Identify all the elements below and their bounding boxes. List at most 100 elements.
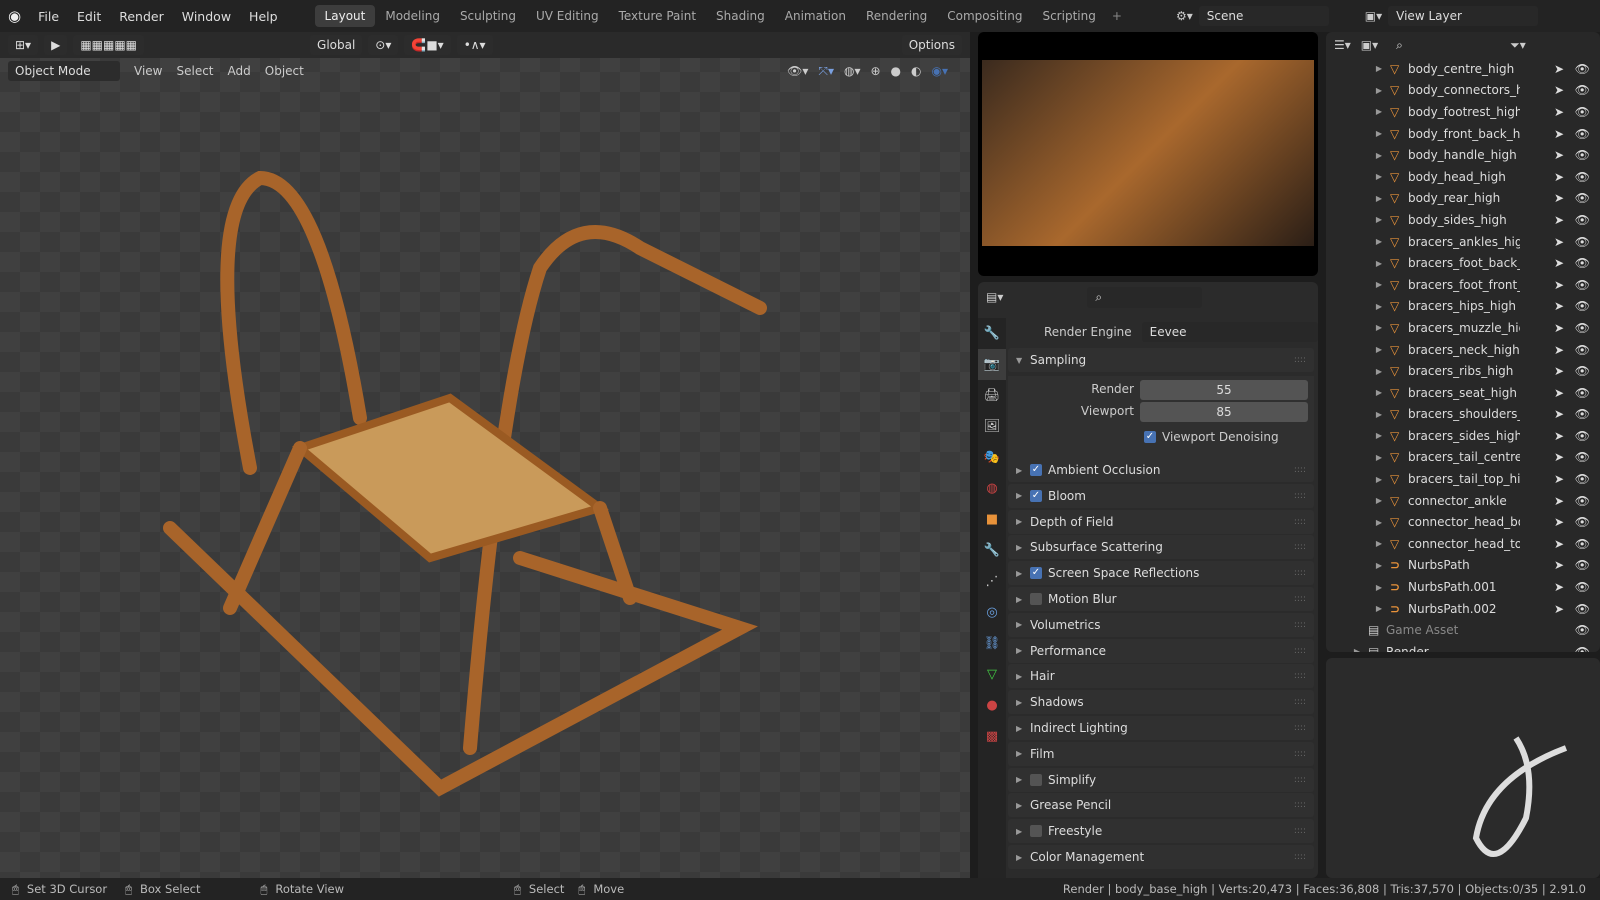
drag-handle-icon[interactable]: ::::: [1294, 697, 1306, 707]
mode-dropdown[interactable]: Object Mode: [8, 61, 120, 81]
scene-icon[interactable]: ⚙▾: [1176, 9, 1193, 23]
expand-arrow-icon[interactable]: ▶: [1368, 86, 1390, 95]
outliner-item[interactable]: ▶ ⊃ NurbsPath.002 ➤ 👁: [1326, 598, 1600, 620]
drag-handle-icon[interactable]: ::::: [1294, 723, 1306, 733]
select-modes[interactable]: ▦▦▦▦▦: [73, 35, 145, 55]
drag-handle-icon[interactable]: ::::: [1294, 800, 1306, 810]
tab-sculpting[interactable]: Sculpting: [450, 5, 526, 27]
panel-bloom[interactable]: ▶ ✓ Bloom::::: [1008, 483, 1314, 508]
selectable-icon[interactable]: ➤: [1554, 278, 1564, 292]
selectable-icon[interactable]: ➤: [1554, 343, 1564, 357]
material-tab-icon[interactable]: ●: [978, 690, 1006, 721]
selectable-icon[interactable]: ➤: [1554, 148, 1564, 162]
selectable-icon[interactable]: ➤: [1554, 602, 1564, 616]
tab-animation[interactable]: Animation: [775, 5, 856, 27]
menu-help[interactable]: Help: [240, 9, 287, 24]
panel-ambient-occlusion[interactable]: ▶ ✓ Ambient Occlusion::::: [1008, 458, 1314, 482]
eye-icon[interactable]: 👁: [1575, 623, 1590, 637]
expand-arrow-icon[interactable]: ▶: [1368, 518, 1390, 527]
view-layer-tab-icon[interactable]: 🖼: [978, 411, 1006, 442]
select-menu[interactable]: Select: [176, 64, 213, 78]
outliner-item[interactable]: ▶▽ body_front_back_high ➤ 👁: [1326, 123, 1600, 145]
add-menu[interactable]: Add: [228, 64, 251, 78]
outliner-item[interactable]: ▶▽ bracers_shoulders_high ➤ 👁: [1326, 404, 1600, 426]
visibility-icon[interactable]: 👁▾: [787, 64, 808, 79]
expand-arrow-icon[interactable]: ▶: [1368, 237, 1390, 246]
selectable-icon[interactable]: ➤: [1554, 386, 1564, 400]
add-workspace-icon[interactable]: +: [1112, 9, 1122, 23]
eye-icon[interactable]: 👁: [1575, 450, 1590, 464]
selectable-icon[interactable]: ➤: [1554, 256, 1564, 270]
expand-arrow-icon[interactable]: ▶: [1368, 172, 1390, 181]
drag-handle-icon[interactable]: ::::: [1294, 465, 1306, 475]
expand-arrow-icon[interactable]: ▶: [1368, 539, 1390, 548]
options-dropdown[interactable]: Options: [901, 35, 962, 55]
constraints-tab-icon[interactable]: ⛓: [978, 628, 1006, 659]
object-tab-icon[interactable]: ■: [978, 504, 1006, 535]
outliner-item[interactable]: ▶▽ bracers_foot_front_high ➤ 👁: [1326, 274, 1600, 296]
properties-search[interactable]: ⌕: [1087, 286, 1203, 308]
outliner-item[interactable]: ▶ ▽ body_head_high ➤ 👁: [1326, 166, 1600, 188]
drag-handle-icon[interactable]: ::::: [1294, 620, 1306, 630]
eye-icon[interactable]: 👁: [1575, 558, 1590, 572]
expand-arrow-icon[interactable]: ▶: [1368, 64, 1390, 73]
outliner-item[interactable]: ▶ ▽ bracers_seat_high ➤ 👁: [1326, 382, 1600, 404]
shading-rendered-icon[interactable]: ◉▾: [932, 64, 949, 79]
tab-texture-paint[interactable]: Texture Paint: [609, 5, 706, 27]
view-layer-field[interactable]: View Layer: [1388, 6, 1539, 26]
expand-arrow-icon[interactable]: ▶: [1368, 496, 1390, 505]
expand-arrow-icon[interactable]: ▶: [1368, 410, 1390, 419]
view-layer-icon[interactable]: ▣▾: [1365, 9, 1382, 23]
expand-arrow-icon[interactable]: ▶: [1368, 431, 1390, 440]
selectable-icon[interactable]: ➤: [1554, 537, 1564, 551]
selectable-icon[interactable]: ➤: [1554, 127, 1564, 141]
world-tab-icon[interactable]: ◍: [978, 473, 1006, 504]
outliner-item[interactable]: ▶▽ bracers_tail_top_high ➤ 👁: [1326, 468, 1600, 490]
drag-handle-icon[interactable]: ::::: [1294, 594, 1306, 604]
expand-arrow-icon[interactable]: ▶: [1368, 129, 1390, 138]
expand-arrow-icon[interactable]: ▶: [1368, 280, 1390, 289]
eye-icon[interactable]: 👁: [1575, 62, 1590, 76]
panel-screen-space-reflections[interactable]: ▶ ✓ Screen Space Reflections::::: [1008, 561, 1314, 586]
eye-icon[interactable]: 👁: [1575, 429, 1590, 443]
menu-edit[interactable]: Edit: [68, 9, 110, 24]
blender-logo-icon[interactable]: ◉: [0, 7, 29, 25]
outliner-item[interactable]: ▶ ▽ bracers_sides_high ➤ 👁: [1326, 425, 1600, 447]
panel-enable-checkbox[interactable]: ✓: [1030, 567, 1042, 580]
outliner-item[interactable]: ▶▽ bracers_foot_back_high ➤ 👁: [1326, 252, 1600, 274]
3d-viewport[interactable]: ⊞▾ ▶ ▦▦▦▦▦ Global ⊙▾ 🧲■▾ •∧▾ Options Obj…: [0, 32, 970, 878]
outliner-item[interactable]: ▶ ▽ bracers_ankles_high ➤ 👁: [1326, 231, 1600, 253]
viewport-denoising-checkbox[interactable]: ✓ Viewport Denoising: [1144, 430, 1279, 444]
eye-icon[interactable]: 👁: [1575, 213, 1590, 227]
drag-handle-icon[interactable]: ::::: [1294, 646, 1306, 656]
selectable-icon[interactable]: ➤: [1554, 170, 1564, 184]
panel-motion-blur[interactable]: ▶ Motion Blur::::: [1008, 587, 1314, 611]
render-engine-dropdown[interactable]: Eevee: [1141, 322, 1318, 342]
selectable-icon[interactable]: ➤: [1554, 105, 1564, 119]
drag-handle-icon[interactable]: ::::: [1294, 852, 1306, 862]
proportional-icon[interactable]: •∧▾: [456, 35, 493, 55]
tab-rendering[interactable]: Rendering: [856, 5, 937, 27]
expand-arrow-icon[interactable]: ▶: [1368, 561, 1390, 570]
select-tool-icon[interactable]: ▶: [44, 35, 68, 55]
selectable-icon[interactable]: ➤: [1554, 364, 1564, 378]
particles-tab-icon[interactable]: ⋰: [978, 566, 1006, 597]
panel-subsurface-scattering[interactable]: ▶ Subsurface Scattering::::: [1008, 535, 1314, 560]
panel-indirect-lighting[interactable]: ▶ Indirect Lighting::::: [1008, 716, 1314, 740]
selectable-icon[interactable]: ➤: [1554, 235, 1564, 249]
tab-shading[interactable]: Shading: [706, 5, 775, 27]
gizmo-icon[interactable]: ⤧▾: [818, 64, 834, 79]
tab-layout[interactable]: Layout: [314, 5, 376, 27]
outliner-item[interactable]: ▶ ⊃ NurbsPath ➤ 👁: [1326, 555, 1600, 577]
tab-compositing[interactable]: Compositing: [937, 5, 1032, 27]
outliner-item[interactable]: ▶▽ connector_head_bottom ➤ 👁: [1326, 511, 1600, 533]
selectable-icon[interactable]: ➤: [1554, 321, 1564, 335]
eye-icon[interactable]: 👁: [1575, 170, 1590, 184]
selectable-icon[interactable]: ➤: [1554, 472, 1564, 486]
shading-wireframe-icon[interactable]: ⊕: [870, 64, 880, 79]
panel-depth-of-field[interactable]: ▶ Depth of Field::::: [1008, 509, 1314, 534]
outliner-item[interactable]: ▶ ▽ body_centre_high ➤ 👁: [1326, 58, 1600, 80]
expand-arrow-icon[interactable]: ▶: [1368, 323, 1390, 332]
eye-icon[interactable]: 👁: [1575, 235, 1590, 249]
drag-handle-icon[interactable]: ::::: [1294, 775, 1306, 785]
